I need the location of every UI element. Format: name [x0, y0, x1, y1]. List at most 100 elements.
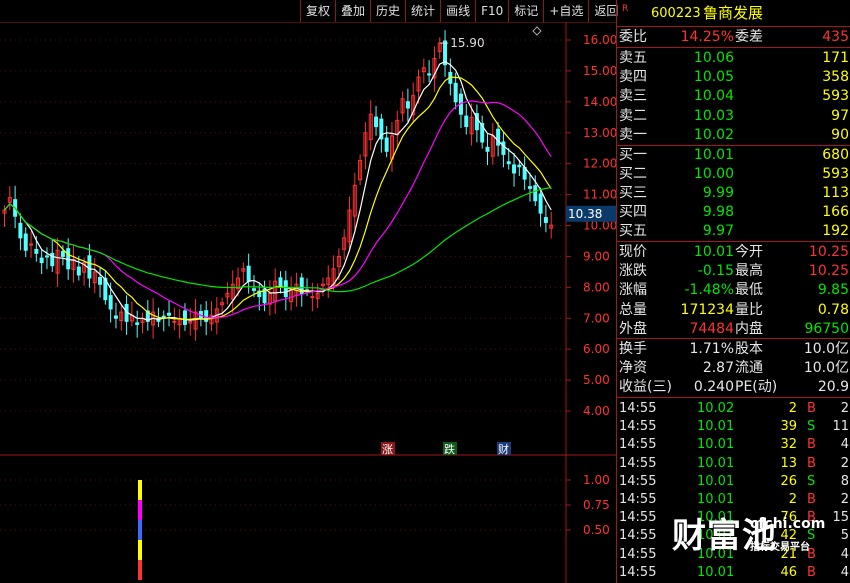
tick-price: 10.01	[697, 419, 735, 435]
volume-pane: 1.00 0.75 0.50	[0, 473, 610, 580]
candle-body	[34, 248, 39, 254]
volume-bar-segment	[138, 500, 142, 520]
ask-volume: 171	[822, 50, 849, 66]
ask-price: 10.03	[693, 107, 734, 124]
bid-volume: 593	[822, 166, 849, 182]
candle-body	[23, 233, 28, 251]
ask-label: 卖一	[619, 126, 647, 143]
ask-row: 卖五 10.06 171	[617, 49, 850, 68]
chart-grid	[0, 22, 616, 583]
bid-volume: 192	[822, 223, 849, 239]
tick-volume: 2	[788, 492, 797, 507]
finance-value: 20.9	[817, 379, 849, 395]
tick-side: B	[807, 401, 816, 416]
candle-body	[517, 164, 522, 168]
tick-side: B	[807, 492, 816, 507]
ma20-line	[4, 100, 552, 319]
tick-time: 14:55	[619, 473, 657, 489]
peak-label: 15.90	[450, 36, 484, 50]
tick-time: 14:55	[619, 437, 657, 453]
toolbar-item-0[interactable]: 复权	[300, 0, 335, 22]
quote-value: -0.15	[697, 263, 734, 280]
candle-body	[251, 288, 256, 291]
tick-price: 10.01	[697, 473, 735, 489]
ask-volume: 97	[831, 107, 849, 124]
ask-price: 10.02	[693, 126, 734, 143]
tick-count: 11	[832, 419, 849, 435]
bid-row: 买五 9.97 192	[617, 222, 850, 241]
tick-count: 2	[840, 401, 849, 416]
stock-header: R 600223 鲁商发展	[617, 4, 850, 24]
stock-code: 600223	[651, 6, 701, 21]
candle-body	[172, 320, 177, 323]
event-markers: 涨跌财	[381, 442, 511, 456]
candle-body	[98, 277, 103, 285]
ask-row: 卖一 10.02 90	[617, 126, 850, 145]
tick-row: 14:55 10.01 13 B 2	[617, 454, 850, 473]
volume-bar-segment	[138, 560, 142, 580]
quote-label: 涨幅	[619, 282, 647, 299]
finance-label: 换手	[619, 341, 647, 357]
finance-label: 股本	[735, 341, 763, 357]
y-tick-label: 5.00	[583, 373, 610, 387]
tick-side: B	[807, 455, 816, 471]
ma60-line	[4, 186, 552, 293]
candle-body	[533, 185, 538, 202]
ask-label: 卖三	[619, 88, 647, 105]
tick-price: 10.01	[697, 564, 735, 580]
finance-label: PE(动)	[735, 379, 778, 395]
bid-row: 买四 9.98 166	[617, 203, 850, 222]
bid-volume: 113	[822, 185, 849, 201]
ask-price: 10.04	[693, 88, 734, 105]
vol-tick-label: 0.75	[583, 498, 610, 512]
ask-label: 卖二	[619, 107, 647, 124]
toolbar-item-1[interactable]: 叠加	[335, 0, 370, 22]
y-tick-label: 11.00	[583, 188, 616, 202]
quote-value: 0.78	[817, 301, 849, 318]
ask-volume: 593	[822, 88, 849, 105]
finance-value: 10.0亿	[803, 360, 849, 376]
toolbar-item-4[interactable]: 画线	[440, 0, 475, 22]
y-tick-label: 16.00	[583, 33, 616, 47]
kline-chart[interactable]: 15.90 16.0015.0014.0013.0012.0011.0010.0…	[0, 22, 616, 583]
diamond-icon	[532, 26, 542, 36]
bid-price: 10.00	[693, 166, 734, 182]
bid-price: 9.99	[702, 185, 734, 201]
bid-price: 10.01	[693, 147, 734, 163]
watermark-url: cfchi.com	[750, 516, 826, 532]
candle-body	[464, 115, 469, 128]
candle-body	[60, 250, 65, 257]
current-price-label: 10.38	[568, 207, 602, 221]
toolbar-item-2[interactable]: 历史	[370, 0, 405, 22]
tick-side: B	[807, 564, 816, 580]
candle-body	[44, 255, 49, 258]
bid-label: 买二	[619, 166, 647, 182]
candle-body	[87, 255, 92, 279]
candle-body	[374, 116, 379, 128]
y-tick-label: 14.00	[583, 95, 616, 109]
tick-volume: 32	[780, 437, 797, 453]
ma5-line	[4, 60, 552, 321]
toolbar-item-3[interactable]: 统计	[405, 0, 440, 22]
tick-time: 14:55	[619, 401, 657, 416]
finance-value: 0.240	[693, 379, 734, 395]
tick-volume: 2	[788, 401, 797, 416]
quote-label: 最低	[735, 282, 763, 299]
watermark-sub: 指标交易平台	[750, 542, 810, 553]
toolbar-item-7[interactable]: +自选	[543, 0, 588, 22]
candle-body	[506, 161, 511, 165]
tick-side: S	[807, 473, 816, 489]
volume-bar-segment	[138, 540, 142, 560]
ask-row: 卖四 10.05 358	[617, 68, 850, 87]
candle-body	[427, 73, 432, 76]
tick-count: 4	[840, 564, 849, 580]
candle-body	[246, 265, 251, 282]
quote-value: 96750	[804, 320, 849, 337]
quote-row: 涨跌 -0.15 最高 10.25	[617, 262, 850, 281]
toolbar-item-5[interactable]: F10	[475, 0, 508, 22]
candle-body	[76, 266, 81, 276]
tick-row: 14:55 10.01 39 S 11	[617, 417, 850, 436]
toolbar-item-6[interactable]: 标记	[508, 0, 543, 22]
ma10-line	[4, 76, 552, 321]
tick-count: 2	[840, 455, 849, 471]
